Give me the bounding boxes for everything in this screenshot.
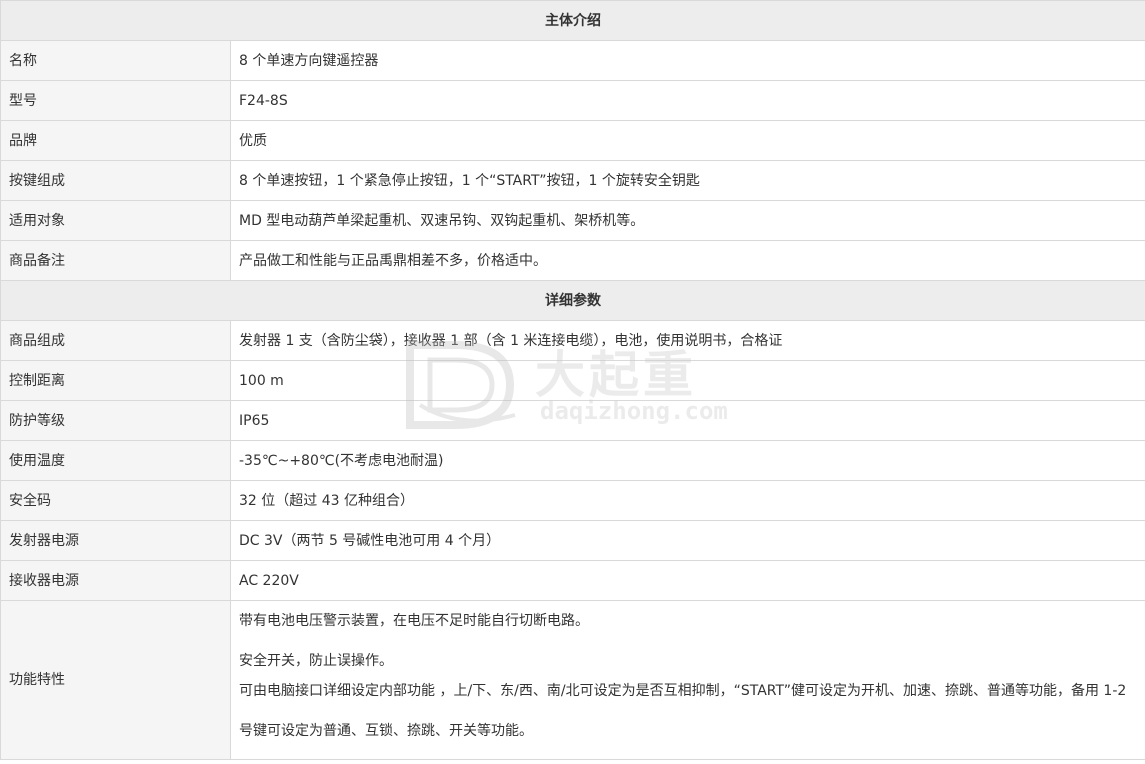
section-title: 详细参数 bbox=[0, 280, 1145, 321]
table-row: 发射器电源 DC 3V（两节 5 号碱性电池可用 4 个月） bbox=[0, 520, 1145, 561]
table-row: 适用对象 MD 型电动葫芦单梁起重机、双速吊钩、双钩起重机、架桥机等。 bbox=[0, 200, 1145, 241]
row-value: MD 型电动葫芦单梁起重机、双速吊钩、双钩起重机、架桥机等。 bbox=[230, 200, 1145, 241]
row-value: IP65 bbox=[230, 400, 1145, 441]
feature-line: 带有电池电压警示装置，在电压不足时能自行切断电路。 bbox=[239, 613, 589, 629]
row-label: 名称 bbox=[0, 40, 231, 81]
row-value: -35℃~+80℃(不考虑电池耐温) bbox=[230, 440, 1145, 481]
row-value-features: 带有电池电压警示装置，在电压不足时能自行切断电路。 安全开关，防止误操作。 可由… bbox=[230, 600, 1145, 760]
row-label: 发射器电源 bbox=[0, 520, 231, 561]
table-row: 商品组成 发射器 1 支（含防尘袋），接收器 1 部（含 1 米连接电缆），电池… bbox=[0, 320, 1145, 361]
spec-table: 主体介绍 名称 8 个单速方向键遥控器 型号 F24-8S 品牌 优质 按键组成… bbox=[0, 0, 1145, 760]
row-value: 优质 bbox=[230, 120, 1145, 161]
row-label: 功能特性 bbox=[0, 600, 231, 760]
row-value: 8 个单速按钮，1 个紧急停止按钮，1 个“START”按钮，1 个旋转安全钥匙 bbox=[230, 160, 1145, 201]
row-value: F24-8S bbox=[230, 80, 1145, 121]
table-row: 防护等级 IP65 bbox=[0, 400, 1145, 441]
row-value: 发射器 1 支（含防尘袋），接收器 1 部（含 1 米连接电缆），电池，使用说明… bbox=[230, 320, 1145, 361]
row-label: 商品组成 bbox=[0, 320, 231, 361]
row-label: 按键组成 bbox=[0, 160, 231, 201]
table-row: 名称 8 个单速方向键遥控器 bbox=[0, 40, 1145, 81]
row-label: 型号 bbox=[0, 80, 231, 121]
section-header-params: 详细参数 bbox=[0, 280, 1145, 321]
row-label: 接收器电源 bbox=[0, 560, 231, 601]
row-label: 防护等级 bbox=[0, 400, 231, 441]
section-header-intro: 主体介绍 bbox=[0, 0, 1145, 41]
table-row: 品牌 优质 bbox=[0, 120, 1145, 161]
row-label: 商品备注 bbox=[0, 240, 231, 281]
table-row: 商品备注 产品做工和性能与正品禹鼎相差不多，价格适中。 bbox=[0, 240, 1145, 281]
feature-line: 可由电脑接口详细设定内部功能 ，上/下、东/西、南/北可设定为是否互相抑制，“S… bbox=[239, 683, 1127, 739]
table-row: 型号 F24-8S bbox=[0, 80, 1145, 121]
row-label: 使用温度 bbox=[0, 440, 231, 481]
row-value: DC 3V（两节 5 号碱性电池可用 4 个月） bbox=[230, 520, 1145, 561]
row-label: 安全码 bbox=[0, 480, 231, 521]
table-row: 接收器电源 AC 220V bbox=[0, 560, 1145, 601]
row-value: 100 m bbox=[230, 360, 1145, 401]
row-value: 8 个单速方向键遥控器 bbox=[230, 40, 1145, 81]
row-label: 适用对象 bbox=[0, 200, 231, 241]
table-row: 安全码 32 位（超过 43 亿种组合） bbox=[0, 480, 1145, 521]
feature-line: 安全开关，防止误操作。 bbox=[239, 653, 393, 669]
table-row: 控制距离 100 m bbox=[0, 360, 1145, 401]
table-row: 按键组成 8 个单速按钮，1 个紧急停止按钮，1 个“START”按钮，1 个旋… bbox=[0, 160, 1145, 201]
row-label: 品牌 bbox=[0, 120, 231, 161]
row-value: 产品做工和性能与正品禹鼎相差不多，价格适中。 bbox=[230, 240, 1145, 281]
row-label: 控制距离 bbox=[0, 360, 231, 401]
table-row: 使用温度 -35℃~+80℃(不考虑电池耐温) bbox=[0, 440, 1145, 481]
section-title: 主体介绍 bbox=[0, 0, 1145, 41]
table-row-features: 功能特性 带有电池电压警示装置，在电压不足时能自行切断电路。 安全开关，防止误操… bbox=[0, 600, 1145, 760]
row-value: 32 位（超过 43 亿种组合） bbox=[230, 480, 1145, 521]
row-value: AC 220V bbox=[230, 560, 1145, 601]
